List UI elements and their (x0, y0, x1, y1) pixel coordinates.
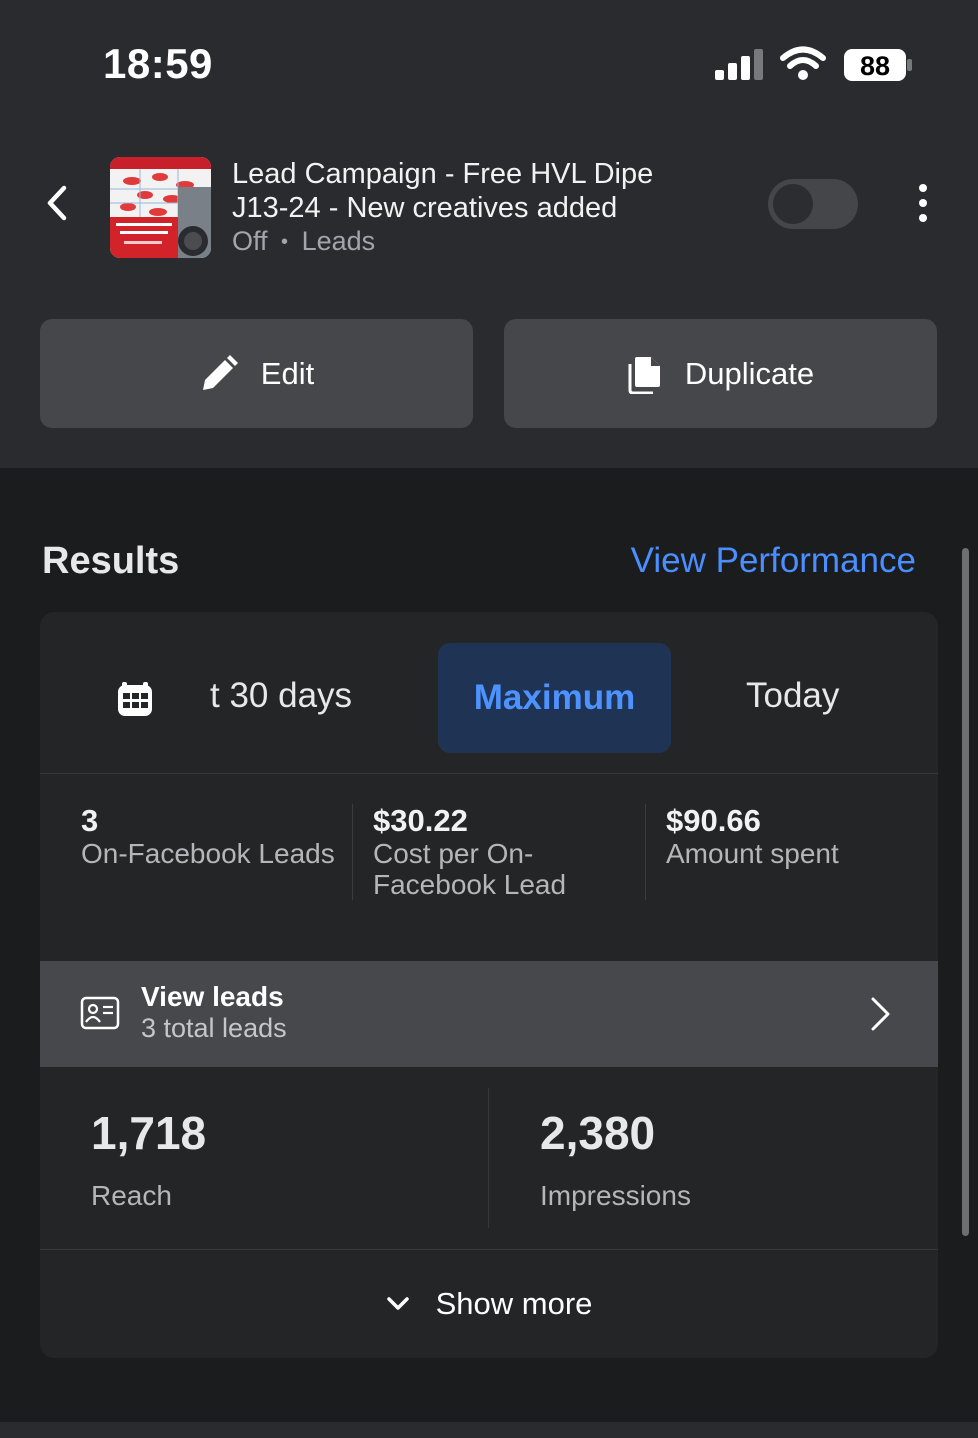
results-heading: Results (42, 540, 180, 582)
metric-separator (352, 804, 353, 900)
tabs-divider (40, 773, 938, 774)
metric-label: On-Facebook Leads (81, 838, 335, 869)
edit-button-label: Edit (260, 355, 315, 391)
battery-level: 88 (860, 51, 890, 81)
tab-maximum[interactable]: Maximum (438, 643, 671, 753)
metric-leads: 3 On-Facebook Leads (81, 803, 351, 870)
tab-last-30-days[interactable]: t 30 days (210, 676, 352, 716)
impressions-value: 2,380 (540, 1107, 656, 1159)
view-performance-link[interactable]: View Performance (631, 541, 916, 581)
campaign-objective: Leads (301, 226, 376, 256)
cellular-signal-icon (715, 49, 763, 80)
campaign-title-line-1[interactable]: Lead Campaign - Free HVL Dipe (232, 158, 653, 191)
view-leads-row[interactable]: View leads 3 total leads (40, 961, 938, 1067)
reach-metric: 1,718 Reach (91, 1106, 206, 1212)
metric-cost-per-lead: $30.22 Cost per On-Facebook Lead (373, 803, 633, 901)
campaign-on-off-toggle[interactable] (768, 179, 858, 229)
more-vertical-icon[interactable] (905, 180, 941, 226)
campaign-subline: Off • Leads (232, 226, 375, 257)
duplicate-icon (628, 356, 660, 394)
campaign-header-section: 18:59 88 Lead Campaign - Free HVL Dipe J… (0, 0, 978, 468)
contact-card-icon (80, 996, 120, 1030)
duplicate-button[interactable]: Duplicate (504, 319, 937, 428)
delivery-status-dot (178, 226, 208, 256)
chevron-down-icon (386, 1297, 409, 1310)
results-card: t 30 days Maximum Today 3 On-Facebook Le… (40, 612, 938, 1358)
impressions-metric: 2,380 Impressions (540, 1106, 691, 1212)
duplicate-button-label: Duplicate (684, 355, 815, 391)
section-separator (0, 1400, 978, 1422)
tab-today[interactable]: Today (746, 676, 839, 716)
metric-value: $90.66 (666, 803, 761, 838)
edit-button[interactable]: Edit (40, 319, 473, 428)
metric-separator (488, 1088, 489, 1228)
pencil-icon (202, 354, 238, 390)
metric-separator (645, 804, 646, 900)
view-leads-subtitle: 3 total leads (141, 1013, 287, 1043)
scrollbar[interactable] (962, 548, 969, 1236)
show-more-label: Show more (435, 1286, 593, 1321)
view-leads-title: View leads (141, 981, 284, 1012)
reach-label: Reach (91, 1180, 172, 1211)
battery-icon: 88 (843, 47, 913, 83)
chevron-right-icon (871, 997, 890, 1031)
show-more-button[interactable]: Show more (40, 1249, 938, 1358)
back-arrow-icon[interactable] (38, 180, 78, 226)
metric-amount-spent: $90.66 Amount spent (666, 803, 926, 870)
status-time: 18:59 (103, 40, 213, 87)
separator-dot: • (281, 231, 289, 254)
reach-value: 1,718 (91, 1107, 207, 1159)
metric-value: $30.22 (373, 803, 468, 838)
campaign-status: Off (232, 226, 268, 256)
metric-value: 3 (81, 803, 99, 838)
wifi-icon (780, 46, 826, 80)
campaign-title-line-2[interactable]: J13-24 - New creatives added (232, 192, 617, 225)
metric-label: Cost per On-Facebook Lead (373, 838, 567, 900)
next-section (0, 1422, 978, 1438)
toggle-knob (773, 184, 813, 224)
metric-label: Amount spent (666, 838, 839, 869)
calendar-icon[interactable] (116, 680, 154, 718)
impressions-label: Impressions (540, 1180, 691, 1211)
